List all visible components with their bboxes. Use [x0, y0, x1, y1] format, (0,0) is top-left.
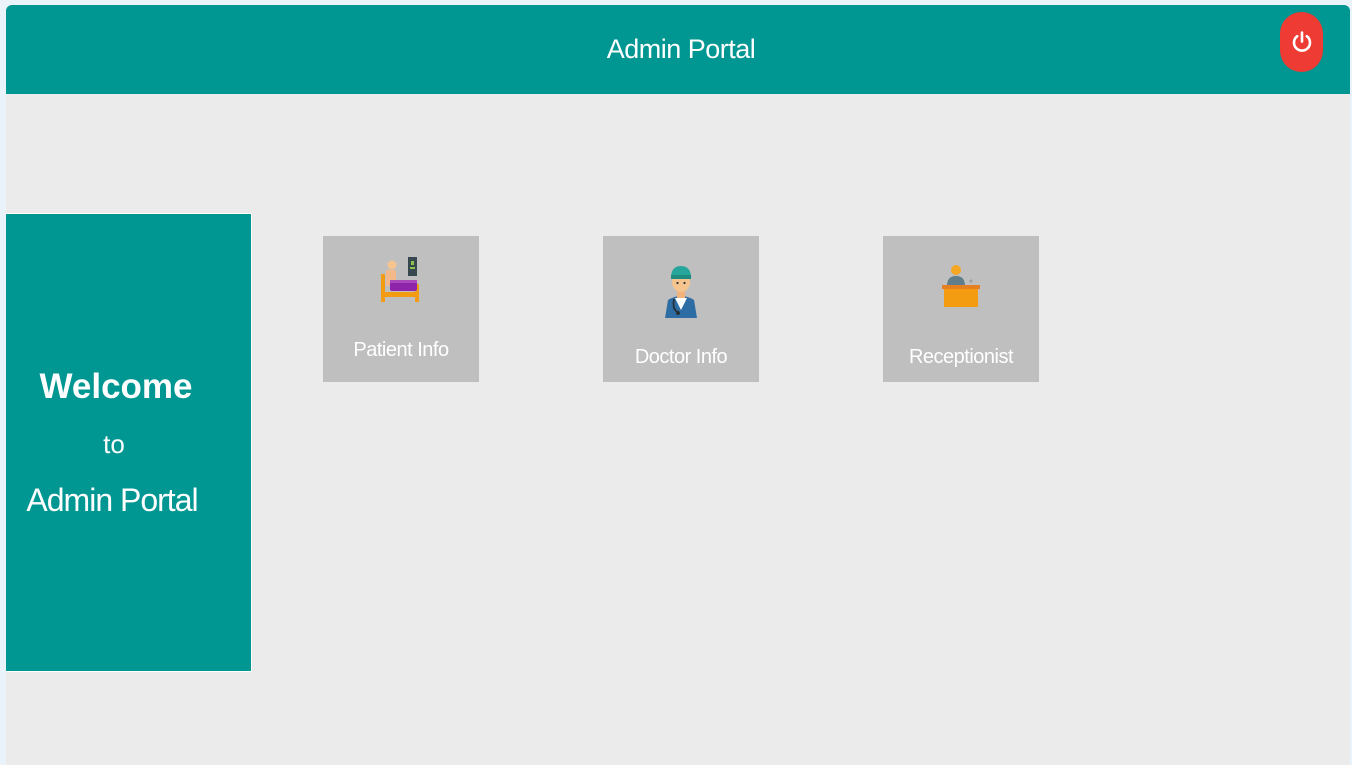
logout-button[interactable]: [1280, 12, 1323, 72]
patient-info-tile[interactable]: Patient Info: [323, 236, 479, 382]
receptionist-icon: [942, 265, 980, 307]
welcome-heading: Welcome: [39, 367, 193, 406]
receptionist-label: Receptionist: [908, 346, 1014, 368]
doctor-info-tile[interactable]: Doctor Info: [603, 236, 759, 382]
welcome-panel: Welcome to Admin Portal: [6, 213, 252, 672]
page-title: Admin Portal: [606, 34, 756, 64]
power-icon: [1292, 31, 1312, 52]
receptionist-tile[interactable]: Receptionist: [883, 236, 1039, 382]
doctor-icon: [665, 266, 697, 318]
patient-bed-icon: [381, 257, 419, 302]
header-bar: Admin Portal: [6, 5, 1350, 94]
welcome-portal-name: Admin Portal: [26, 482, 198, 518]
welcome-to-text: to: [103, 429, 125, 459]
doctor-info-label: Doctor Info: [634, 346, 728, 368]
patient-info-label: Patient Info: [353, 339, 449, 361]
app-window: Admin Portal Welcome to Admin Portal Pat…: [6, 5, 1350, 765]
